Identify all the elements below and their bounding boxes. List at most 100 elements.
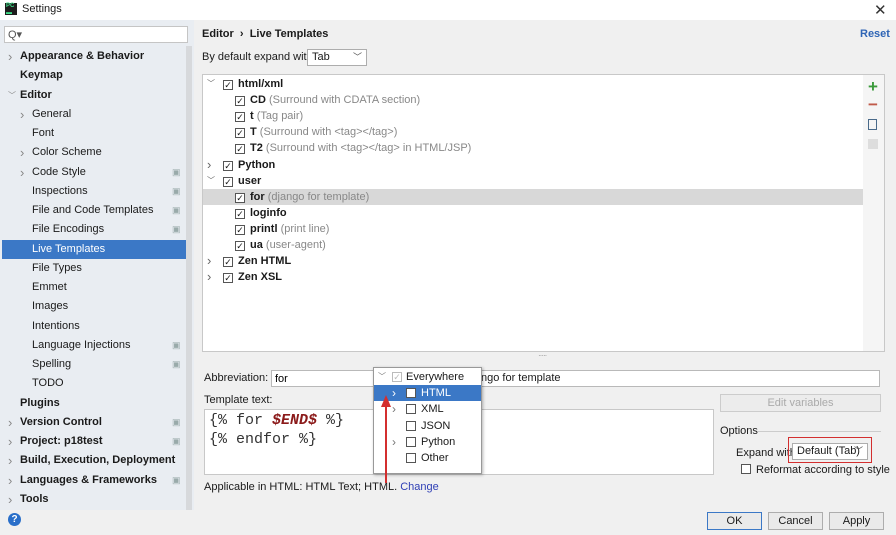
template-group[interactable]: › Zen XSL [203, 269, 863, 285]
template-item[interactable]: printl (print line) [203, 221, 863, 237]
copy-icon[interactable] [868, 119, 877, 130]
close-icon[interactable]: ✕ [874, 1, 887, 19]
template-checkbox[interactable] [223, 160, 233, 171]
template-group[interactable]: › Zen HTML [203, 253, 863, 269]
sidebar-item[interactable]: › Build, Execution, Deployment [0, 451, 186, 470]
change-link[interactable]: Change [400, 481, 439, 493]
chevron-right-icon[interactable]: › [20, 143, 24, 162]
abbreviation-input[interactable] [271, 370, 880, 387]
chevron-right-icon[interactable]: › [207, 269, 211, 285]
sidebar-item[interactable]: › Project: p18test ▣ [0, 432, 186, 451]
context-checkbox[interactable] [406, 404, 416, 415]
chevron-right-icon[interactable]: › [8, 432, 12, 451]
apply-button[interactable]: Apply [829, 512, 884, 530]
sidebar-item-label: Code Style [32, 165, 86, 178]
template-description: (print line) [280, 222, 330, 235]
template-checkbox[interactable] [235, 224, 245, 235]
chevron-right-icon[interactable]: › [8, 413, 12, 432]
splitter-handle[interactable]: ····· [538, 351, 547, 360]
description-input-value[interactable]: ngo for template [481, 372, 561, 384]
expand-default-select[interactable]: Tab ﹀ [307, 49, 367, 66]
chevron-right-icon[interactable]: › [8, 451, 12, 470]
template-checkbox[interactable] [235, 96, 245, 107]
sidebar-item[interactable]: › Appearance & Behavior [0, 47, 186, 66]
template-item[interactable]: ua (user-agent) [203, 237, 863, 253]
template-checkbox[interactable] [223, 273, 233, 284]
sidebar-item[interactable]: File and Code Templates ▣ [0, 201, 186, 220]
chevron-down-icon[interactable]: ﹀ [207, 173, 215, 189]
help-icon[interactable]: ? [8, 513, 21, 526]
sidebar-item[interactable]: Spelling ▣ [0, 355, 186, 374]
chevron-down-icon[interactable]: ﹀ [207, 76, 215, 92]
sidebar-item[interactable]: › Version Control ▣ [0, 413, 186, 432]
template-group[interactable]: ﹀ html/xml [203, 76, 863, 92]
template-item[interactable]: t (Tag pair) [203, 108, 863, 124]
template-checkbox[interactable] [223, 257, 233, 268]
template-text-label: Template text: [204, 394, 273, 406]
sidebar-item[interactable]: › Color Scheme [0, 143, 186, 162]
sidebar-item-label: Plugins [20, 396, 60, 409]
sidebar-item[interactable]: Emmet [0, 278, 186, 297]
chevron-down-icon[interactable]: ﹀ [8, 86, 16, 105]
sidebar-item[interactable]: Keymap [0, 66, 186, 85]
sidebar-item[interactable]: › Tools [0, 490, 186, 509]
template-group[interactable]: › Python [203, 157, 863, 173]
context-option-label: HTML [421, 387, 451, 400]
template-icon[interactable] [868, 139, 878, 149]
sidebar-item[interactable]: › General [0, 105, 186, 124]
sidebar-item[interactable]: Plugins [0, 394, 186, 413]
chevron-right-icon[interactable]: › [8, 471, 12, 490]
cancel-button[interactable]: Cancel [768, 512, 823, 530]
template-checkbox[interactable] [235, 144, 245, 155]
template-group[interactable]: ﹀ user [203, 173, 863, 189]
sidebar-item[interactable]: › Languages & Frameworks ▣ [0, 471, 186, 490]
template-item[interactable]: for (django for template) [203, 188, 863, 205]
chevron-right-icon[interactable]: › [8, 490, 12, 509]
edit-variables-button[interactable]: Edit variables [720, 394, 881, 412]
reformat-checkbox[interactable] [741, 464, 751, 474]
template-item[interactable]: loginfo [203, 205, 863, 221]
sidebar-item[interactable]: Intentions [0, 317, 186, 336]
chevron-right-icon[interactable]: › [20, 105, 24, 124]
template-checkbox[interactable] [235, 112, 245, 123]
context-checkbox[interactable] [406, 436, 416, 447]
sidebar-item[interactable]: TODO [0, 374, 186, 393]
ok-button[interactable]: OK [707, 512, 762, 530]
sidebar-item-label: Font [32, 127, 55, 139]
template-checkbox[interactable] [223, 176, 233, 187]
chevron-right-icon[interactable]: › [207, 253, 211, 269]
template-item[interactable]: T2 (Surround with <tag></tag> in HTML/JS… [203, 140, 863, 156]
sidebar-item[interactable]: Live Templates [2, 239, 192, 259]
sidebar-item[interactable]: ﹀ Editor [0, 86, 186, 105]
chevron-down-icon[interactable]: ﹀ [378, 369, 386, 385]
sidebar-item-label: Build, Execution, Deployment [20, 454, 176, 467]
chevron-right-icon[interactable]: › [20, 163, 24, 182]
sidebar-scrollbar[interactable] [186, 46, 192, 510]
template-item[interactable]: CD (Surround with CDATA section) [203, 92, 863, 108]
sidebar-item[interactable]: › Code Style ▣ [0, 163, 186, 182]
sidebar-item[interactable]: Font [0, 124, 186, 143]
sidebar-item[interactable]: File Types [0, 259, 186, 278]
template-item[interactable]: T (Surround with <tag></tag>) [203, 124, 863, 140]
chevron-right-icon[interactable]: › [207, 157, 211, 173]
context-checkbox[interactable] [406, 420, 416, 431]
sidebar-item[interactable]: Language Injections ▣ [0, 336, 186, 355]
template-checkbox[interactable] [223, 80, 233, 90]
context-checkbox[interactable] [406, 388, 416, 399]
template-checkbox[interactable] [235, 128, 245, 139]
context-checkbox[interactable] [406, 453, 416, 463]
template-checkbox[interactable] [235, 241, 245, 251]
template-checkbox[interactable] [235, 192, 245, 203]
chevron-right-icon[interactable]: › [8, 47, 12, 66]
context-checkbox[interactable] [392, 372, 402, 382]
sidebar-item[interactable]: Inspections ▣ [0, 182, 186, 201]
reset-link[interactable]: Reset [860, 28, 890, 40]
template-name: ua [250, 239, 263, 251]
minus-icon[interactable]: − [868, 95, 878, 115]
plus-icon[interactable]: + [868, 77, 878, 97]
sidebar-item[interactable]: File Encodings ▣ [0, 220, 186, 239]
sidebar-search-input[interactable]: Q▾ [4, 26, 188, 43]
context-option[interactable]: ﹀ Everywhere [374, 369, 481, 385]
sidebar-item[interactable]: Images [0, 297, 186, 316]
template-checkbox[interactable] [235, 208, 245, 219]
